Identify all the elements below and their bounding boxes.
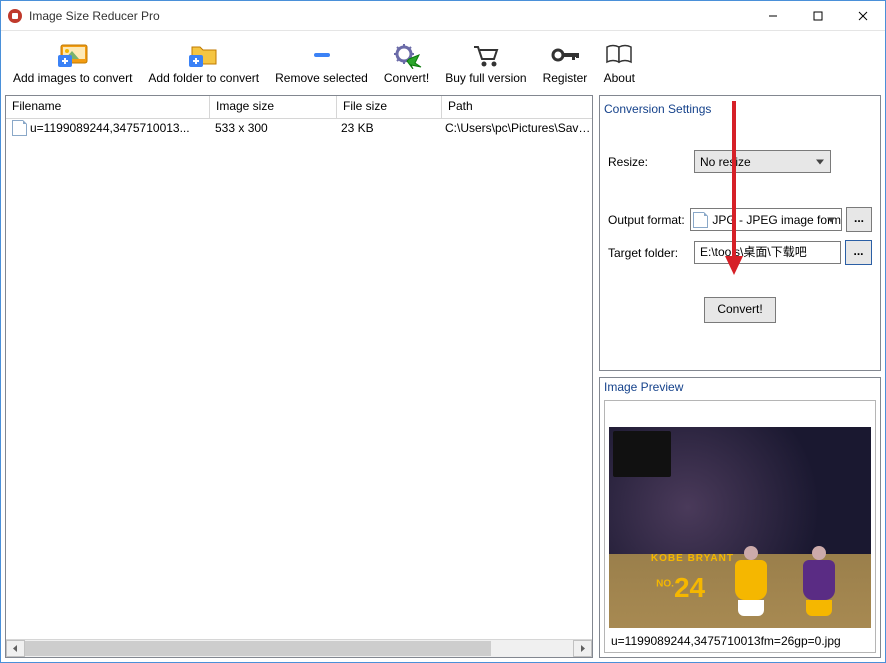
app-window: Image Size Reducer Pro — [0, 0, 886, 663]
col-path[interactable]: Path — [442, 96, 592, 118]
jpg-file-icon — [693, 212, 708, 228]
convert-button-toolbar[interactable]: Convert! — [378, 37, 435, 87]
add-images-icon — [57, 41, 89, 69]
preview-area: KOBE BRYANT NO.24 u=1199089244,347571001… — [604, 400, 876, 653]
convert-button[interactable]: Convert! — [704, 297, 776, 323]
preview-jersey-name: KOBE BRYANT — [651, 553, 734, 564]
about-button[interactable]: About — [597, 37, 641, 87]
col-image-size[interactable]: Image size — [210, 96, 337, 118]
add-folder-button[interactable]: Add folder to convert — [142, 37, 265, 87]
output-format-combo[interactable]: JPG - JPEG image form — [690, 208, 842, 231]
output-format-label: Output format: — [608, 213, 690, 227]
resize-label: Resize: — [608, 155, 694, 169]
minimize-button[interactable] — [750, 1, 795, 30]
table-row[interactable]: u=1199089244,3475710013... 533 x 300 23 … — [6, 119, 592, 137]
settings-title: Conversion Settings — [600, 100, 880, 118]
key-icon — [549, 41, 581, 69]
app-icon — [7, 8, 23, 24]
add-folder-label: Add folder to convert — [148, 71, 259, 85]
preview-image: KOBE BRYANT NO.24 — [609, 427, 871, 628]
horizontal-scrollbar[interactable] — [6, 639, 592, 657]
add-images-label: Add images to convert — [13, 71, 132, 85]
file-icon — [12, 120, 27, 136]
scroll-right-icon[interactable] — [573, 640, 592, 657]
file-table: Filename Image size File size Path u=119… — [5, 95, 593, 658]
browse-folder-button[interactable]: ... — [845, 240, 872, 265]
target-folder-label: Target folder: — [608, 246, 694, 260]
output-format-value: JPG - JPEG image form — [712, 213, 841, 227]
right-column: Conversion Settings Resize: No resize Ou… — [599, 95, 881, 658]
scroll-left-icon[interactable] — [6, 640, 25, 657]
preview-no-label: NO. — [656, 579, 674, 590]
cell-path: C:\Users\pc\Pictures\Saved P — [439, 119, 592, 137]
cell-image-size: 533 x 300 — [209, 119, 335, 137]
resize-value: No resize — [700, 155, 751, 169]
image-preview-panel: Image Preview KOBE BRYANT NO.24 — [599, 377, 881, 658]
table-body[interactable]: u=1199089244,3475710013... 533 x 300 23 … — [6, 119, 592, 639]
conversion-settings-panel: Conversion Settings Resize: No resize Ou… — [599, 95, 881, 371]
buy-full-label: Buy full version — [445, 71, 526, 85]
scroll-thumb[interactable] — [25, 641, 491, 656]
remove-icon — [306, 41, 338, 69]
toolbar: Add images to convert Add folder to conv… — [1, 31, 885, 91]
table-header: Filename Image size File size Path — [6, 96, 592, 119]
remove-selected-button[interactable]: Remove selected — [269, 37, 374, 87]
target-folder-input[interactable]: E:\tools\桌面\下载吧 — [694, 241, 841, 264]
window-title: Image Size Reducer Pro — [29, 9, 160, 23]
cell-filename: u=1199089244,3475710013... — [30, 119, 190, 137]
add-folder-icon — [188, 41, 220, 69]
about-label: About — [604, 71, 635, 85]
preview-title: Image Preview — [600, 378, 880, 396]
titlebar: Image Size Reducer Pro — [1, 1, 885, 31]
close-button[interactable] — [840, 1, 885, 30]
register-button[interactable]: Register — [537, 37, 594, 87]
convert-label: Convert! — [384, 71, 429, 85]
remove-selected-label: Remove selected — [275, 71, 368, 85]
buy-full-button[interactable]: Buy full version — [439, 37, 532, 87]
convert-gear-icon — [391, 41, 423, 69]
preview-jersey-number: 24 — [674, 572, 705, 603]
cell-file-size: 23 KB — [335, 119, 439, 137]
preview-caption: u=1199089244,3475710013fm=26gp=0.jpg — [605, 632, 875, 652]
book-icon — [603, 41, 635, 69]
output-format-options-button[interactable]: ... — [846, 207, 872, 232]
cart-icon — [470, 41, 502, 69]
maximize-button[interactable] — [795, 1, 840, 30]
file-list-panel: Filename Image size File size Path u=119… — [5, 95, 593, 658]
add-images-button[interactable]: Add images to convert — [7, 37, 138, 87]
col-file-size[interactable]: File size — [337, 96, 442, 118]
register-label: Register — [543, 71, 588, 85]
col-filename[interactable]: Filename — [6, 96, 210, 118]
main-area: Filename Image size File size Path u=119… — [1, 91, 885, 662]
resize-combo[interactable]: No resize — [694, 150, 831, 173]
